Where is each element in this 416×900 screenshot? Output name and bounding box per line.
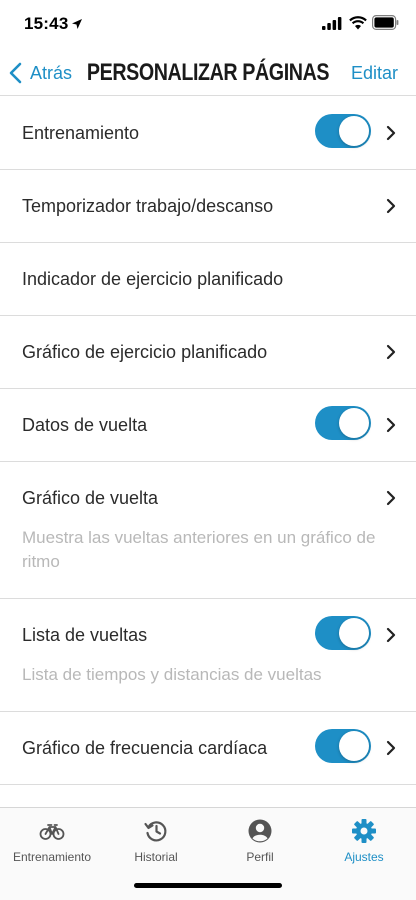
chevron-right-icon[interactable] bbox=[386, 417, 396, 433]
navigation-bar: Atrás PERSONALIZAR PÁGINAS Editar bbox=[0, 50, 416, 96]
row-label: Temporizador trabajo/descanso bbox=[22, 196, 274, 216]
list-item-lap-list[interactable]: Lista de vueltas Lista de tiempos y dist… bbox=[0, 599, 416, 712]
chevron-right-icon[interactable] bbox=[386, 344, 396, 360]
tab-label: Entrenamiento bbox=[12, 850, 92, 864]
tab-label: Historial bbox=[134, 850, 178, 864]
page-title: PERSONALIZAR PÁGINAS bbox=[86, 59, 330, 86]
row-label: Entrenamiento bbox=[22, 123, 140, 143]
row-label: Gráfico de ejercicio planificado bbox=[22, 342, 268, 362]
location-arrow-icon bbox=[72, 19, 82, 29]
row-label: Lista de vueltas bbox=[22, 625, 148, 645]
lap-data-toggle[interactable] bbox=[315, 406, 371, 440]
row-label: Gráfico de vuelta bbox=[22, 488, 159, 508]
chevron-right-icon[interactable] bbox=[386, 125, 396, 141]
home-indicator bbox=[134, 883, 282, 888]
list-item-heart-rate-chart[interactable]: Gráfico de frecuencia cardíaca bbox=[0, 712, 416, 785]
list-item-work-rest-timer[interactable]: Temporizador trabajo/descanso bbox=[0, 170, 416, 243]
history-icon bbox=[144, 821, 167, 842]
training-toggle[interactable] bbox=[315, 114, 371, 148]
tab-label: Perfil bbox=[246, 850, 274, 864]
tab-label: Ajustes bbox=[344, 850, 384, 864]
list-item-planned-workout-chart[interactable]: Gráfico de ejercicio planificado bbox=[0, 316, 416, 389]
row-description: Muestra las vueltas anteriores en un grá… bbox=[22, 528, 376, 571]
toggle-knob bbox=[339, 731, 369, 761]
cellular-signal-icon bbox=[322, 17, 342, 30]
list-item-training[interactable]: Entrenamiento bbox=[0, 97, 416, 170]
edit-button[interactable]: Editar bbox=[351, 63, 398, 84]
gear-icon bbox=[352, 819, 376, 843]
toggle-knob bbox=[339, 116, 369, 146]
chevron-right-icon[interactable] bbox=[386, 627, 396, 643]
toggle-knob bbox=[339, 408, 369, 438]
profile-icon bbox=[248, 819, 272, 843]
row-label: Indicador de ejercicio planificado bbox=[22, 269, 284, 289]
tab-profile[interactable]: Perfil bbox=[208, 818, 312, 864]
tab-history[interactable]: Historial bbox=[104, 818, 208, 864]
status-time: 15:43 bbox=[24, 14, 69, 33]
chevron-right-icon[interactable] bbox=[386, 490, 396, 506]
lap-list-toggle[interactable] bbox=[315, 616, 371, 650]
chevron-left-icon bbox=[9, 62, 22, 84]
row-description: Lista de tiempos y distancias de vueltas bbox=[22, 665, 322, 684]
wifi-icon bbox=[349, 16, 367, 30]
row-label: Datos de vuelta bbox=[22, 415, 148, 435]
chevron-right-icon[interactable] bbox=[386, 198, 396, 214]
pages-list: Entrenamiento Temporizador trabajo/desca… bbox=[0, 97, 416, 785]
heart-rate-chart-toggle[interactable] bbox=[315, 729, 371, 763]
list-item-lap-chart[interactable]: Gráfico de vuelta Muestra las vueltas an… bbox=[0, 462, 416, 599]
row-label: Gráfico de frecuencia cardíaca bbox=[22, 738, 268, 758]
bike-icon bbox=[39, 824, 65, 840]
list-item-planned-workout-indicator[interactable]: Indicador de ejercicio planificado bbox=[0, 243, 416, 316]
tab-training[interactable]: Entrenamiento bbox=[0, 818, 104, 864]
tab-settings[interactable]: Ajustes bbox=[312, 818, 416, 864]
list-item-lap-data[interactable]: Datos de vuelta bbox=[0, 389, 416, 462]
chevron-right-icon[interactable] bbox=[386, 740, 396, 756]
battery-icon bbox=[372, 15, 399, 30]
toggle-knob bbox=[339, 618, 369, 648]
status-bar: 15:43 bbox=[0, 0, 416, 50]
